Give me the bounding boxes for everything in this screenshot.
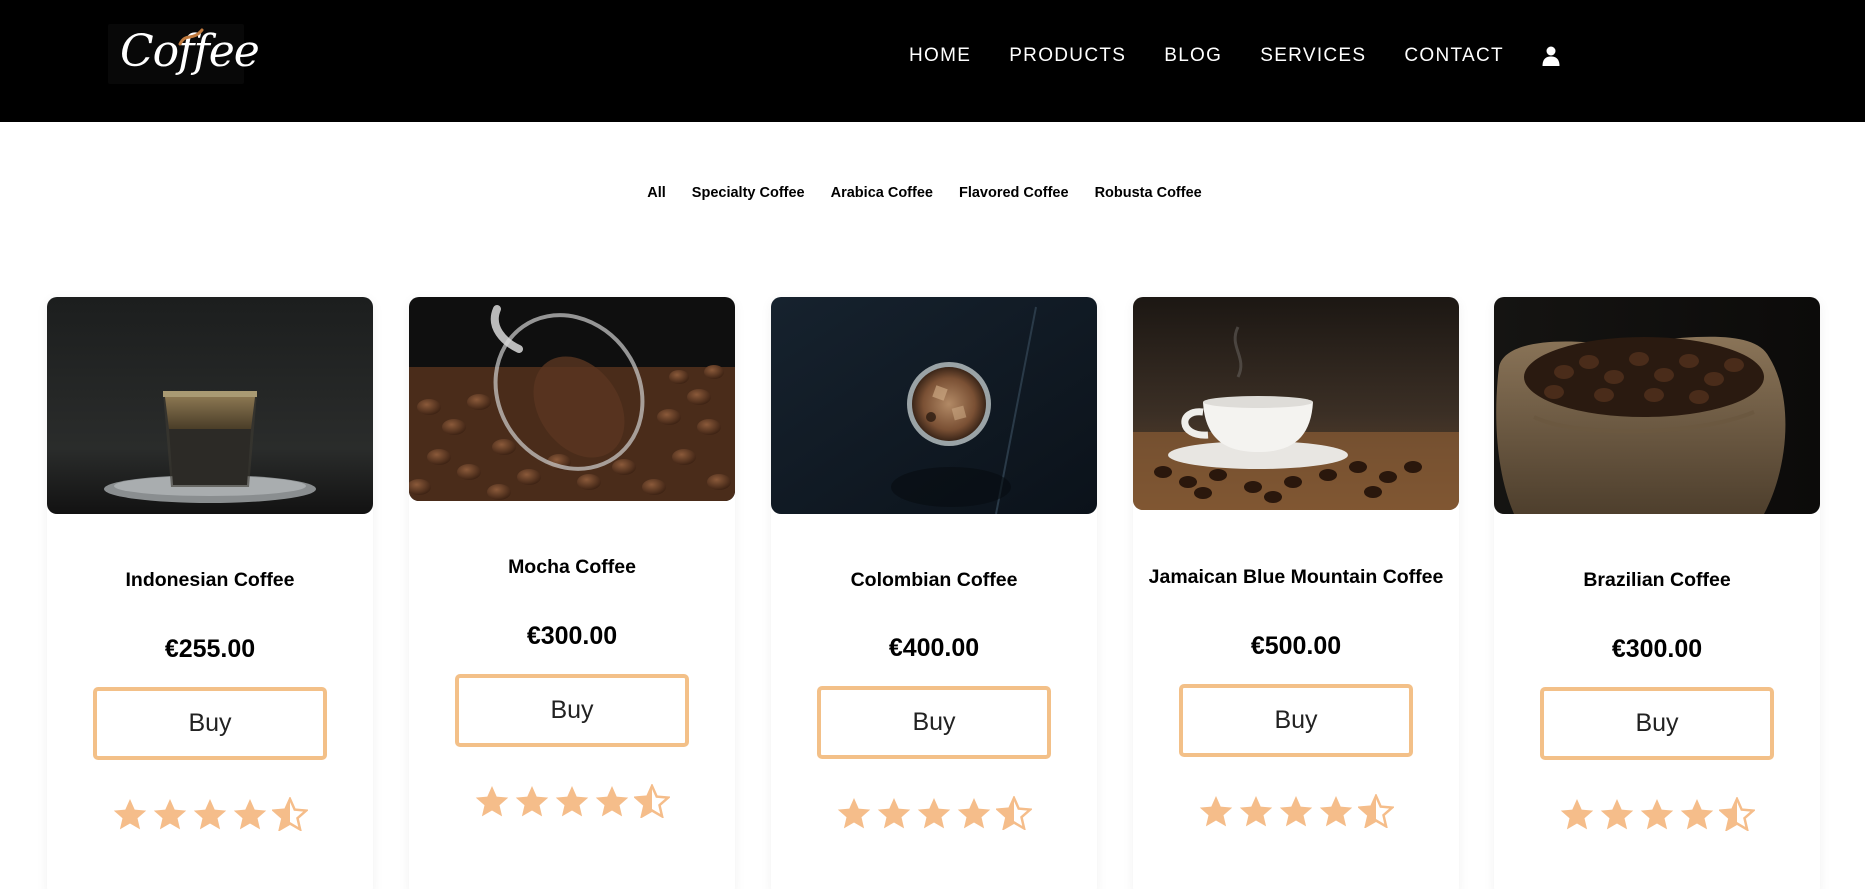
star-full-icon	[153, 799, 187, 830]
product-card: Brazilian Coffee €300.00 Buy	[1494, 297, 1820, 889]
star-half-icon	[1719, 797, 1755, 831]
star-half-icon	[996, 796, 1032, 830]
product-image-mocha[interactable]	[409, 297, 735, 501]
filter-flavored-coffee[interactable]: Flavored Coffee	[959, 185, 1069, 201]
product-image-espresso[interactable]	[47, 297, 373, 514]
star-full-icon	[1199, 796, 1233, 827]
star-full-icon	[1640, 799, 1674, 830]
product-price: €500.00	[1250, 632, 1342, 660]
product-card: Mocha Coffee €300.00 Buy	[409, 297, 735, 889]
product-name[interactable]: Colombian Coffee	[771, 569, 1097, 592]
star-half-icon	[1358, 794, 1394, 828]
nav-contact[interactable]: CONTACT	[1404, 45, 1504, 67]
site-header: Coffee HOME PRODUCTS BLOG SERVICES CONTA…	[0, 0, 1865, 122]
nav-blog[interactable]: BLOG	[1164, 45, 1222, 67]
star-full-icon	[837, 798, 871, 829]
user-icon[interactable]	[1542, 46, 1560, 66]
star-full-icon	[877, 798, 911, 829]
product-name[interactable]: Jamaican Blue Mountain Coffee	[1133, 566, 1459, 589]
site-logo[interactable]: Coffee	[108, 24, 260, 84]
star-full-icon	[113, 799, 147, 830]
logo-steam-icon	[178, 28, 204, 46]
star-full-icon	[957, 798, 991, 829]
rating-stars	[47, 797, 373, 831]
rating-stars	[771, 796, 1097, 830]
product-price: €400.00	[888, 634, 980, 662]
product-card: Jamaican Blue Mountain Coffee €500.00 Bu…	[1133, 297, 1459, 889]
star-full-icon	[193, 799, 227, 830]
product-name[interactable]: Indonesian Coffee	[47, 569, 373, 592]
star-full-icon	[1279, 796, 1313, 827]
buy-button[interactable]: Buy	[817, 686, 1051, 759]
filter-arabica-coffee[interactable]: Arabica Coffee	[831, 185, 933, 201]
star-full-icon	[1560, 799, 1594, 830]
buy-button[interactable]: Buy	[1179, 684, 1413, 757]
star-full-icon	[515, 786, 549, 817]
product-name[interactable]: Brazilian Coffee	[1494, 569, 1820, 592]
star-half-icon	[634, 784, 670, 818]
category-filters: All Specialty Coffee Arabica Coffee Flav…	[0, 185, 1865, 201]
filter-all[interactable]: All	[647, 185, 666, 201]
buy-button[interactable]: Buy	[93, 687, 327, 760]
product-image-white-cup[interactable]	[1133, 297, 1459, 510]
star-full-icon	[555, 786, 589, 817]
buy-button[interactable]: Buy	[1540, 687, 1774, 760]
star-full-icon	[595, 786, 629, 817]
product-card: Colombian Coffee €400.00 Buy	[771, 297, 1097, 889]
product-price: €300.00	[526, 622, 618, 650]
rating-stars	[1494, 797, 1820, 831]
main-nav: HOME PRODUCTS BLOG SERVICES CONTACT	[909, 45, 1560, 67]
star-full-icon	[475, 786, 509, 817]
star-full-icon	[1680, 799, 1714, 830]
product-card: Indonesian Coffee €255.00 Buy	[47, 297, 373, 889]
star-full-icon	[233, 799, 267, 830]
nav-home[interactable]: HOME	[909, 45, 971, 67]
star-full-icon	[917, 798, 951, 829]
star-full-icon	[1239, 796, 1273, 827]
product-image-coffee-sack[interactable]	[1494, 297, 1820, 514]
product-price: €300.00	[1611, 635, 1703, 663]
nav-services[interactable]: SERVICES	[1260, 45, 1366, 67]
buy-button[interactable]: Buy	[455, 674, 689, 747]
rating-stars	[1133, 794, 1459, 828]
product-name[interactable]: Mocha Coffee	[409, 556, 735, 579]
nav-products[interactable]: PRODUCTS	[1009, 45, 1126, 67]
star-full-icon	[1600, 799, 1634, 830]
filter-specialty-coffee[interactable]: Specialty Coffee	[692, 185, 805, 201]
rating-stars	[409, 784, 735, 818]
product-price: €255.00	[164, 635, 256, 663]
star-full-icon	[1319, 796, 1353, 827]
product-image-iced-coffee[interactable]	[771, 297, 1097, 514]
star-half-icon	[272, 797, 308, 831]
filter-robusta-coffee[interactable]: Robusta Coffee	[1095, 185, 1202, 201]
